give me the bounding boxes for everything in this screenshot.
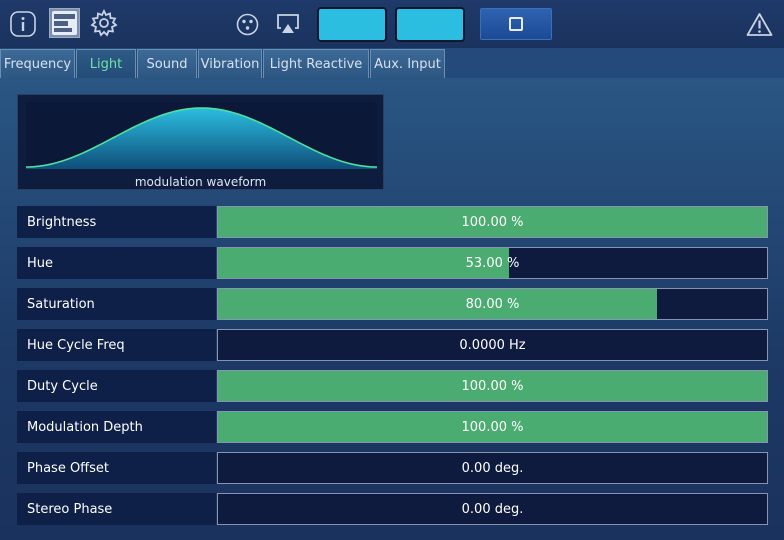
param-slider[interactable]: 80.00 % (217, 288, 768, 320)
param-row: Hue Cycle Freq 0.0000 Hz (17, 329, 768, 361)
toolbar (0, 0, 784, 48)
param-label: Brightness (17, 206, 216, 238)
tab-aux-input[interactable]: Aux. Input (370, 49, 445, 78)
param-slider[interactable]: 0.00 deg. (217, 452, 768, 484)
stop-icon (509, 17, 523, 31)
param-slider[interactable]: 0.00 deg. (217, 493, 768, 525)
tab-vibration[interactable]: Vibration (198, 49, 262, 78)
param-label: Stereo Phase (17, 493, 216, 525)
waveform-graph (26, 102, 377, 169)
info-icon[interactable] (10, 11, 36, 37)
param-row: Modulation Depth 100.00 % (17, 411, 768, 443)
param-value: 0.00 deg. (461, 501, 524, 517)
param-value: 100.00 % (461, 214, 524, 230)
cyan-button-1[interactable] (317, 7, 387, 42)
param-row: Hue 53.00 % (17, 247, 768, 279)
waveform-label: modulation waveform (134, 175, 267, 189)
tab-light[interactable]: Light (76, 49, 136, 78)
param-row: Saturation 80.00 % (17, 288, 768, 320)
param-slider[interactable]: 100.00 % (217, 370, 768, 402)
dmx-icon[interactable] (236, 13, 259, 36)
tab-sound[interactable]: Sound (137, 49, 197, 78)
param-value: 53.00 % (465, 255, 520, 271)
param-label: Phase Offset (17, 452, 216, 484)
warning-icon[interactable] (746, 12, 773, 37)
param-row: Duty Cycle 100.00 % (17, 370, 768, 402)
param-label: Hue (17, 247, 216, 279)
gear-icon[interactable] (90, 9, 118, 37)
param-slider[interactable]: 100.00 % (217, 411, 768, 443)
param-value: 0.00 deg. (461, 460, 524, 476)
param-label: Modulation Depth (17, 411, 216, 443)
param-value: 80.00 % (465, 296, 520, 312)
tab-frequency[interactable]: Frequency (0, 49, 75, 78)
tab-light-reactive[interactable]: Light Reactive (263, 49, 369, 78)
tab-bar: Frequency Light Sound Vibration Light Re… (0, 48, 784, 78)
param-row: Phase Offset 0.00 deg. (17, 452, 768, 484)
param-slider[interactable]: 53.00 % (217, 247, 768, 279)
waveform-preview[interactable]: modulation waveform (17, 94, 384, 190)
param-label: Saturation (17, 288, 216, 320)
param-slider[interactable]: 100.00 % (217, 206, 768, 238)
param-slider[interactable]: 0.0000 Hz (217, 329, 768, 361)
param-row: Brightness 100.00 % (17, 206, 768, 238)
airplay-icon[interactable] (276, 13, 300, 35)
panel-icon[interactable] (49, 8, 80, 38)
param-value: 0.0000 Hz (459, 337, 526, 353)
param-value: 100.00 % (461, 378, 524, 394)
cyan-button-2[interactable] (395, 7, 465, 42)
stop-button[interactable] (480, 8, 552, 40)
param-label: Duty Cycle (17, 370, 216, 402)
param-row: Stereo Phase 0.00 deg. (17, 493, 768, 525)
param-value: 100.00 % (461, 419, 524, 435)
param-label: Hue Cycle Freq (17, 329, 216, 361)
